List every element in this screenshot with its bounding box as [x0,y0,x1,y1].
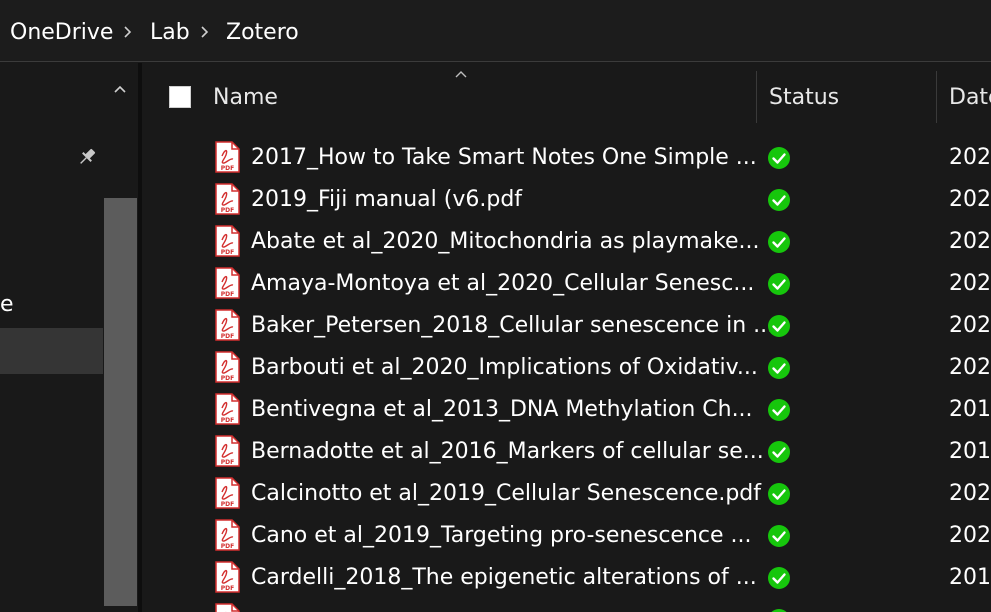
synced-check-icon [768,357,790,379]
file-date: 2020 [949,523,991,548]
synced-check-icon [768,273,790,295]
file-date: 2020 [949,229,991,254]
pin-icon[interactable] [75,145,99,169]
file-date: 2019 [949,565,991,590]
svg-text:PDF: PDF [221,207,234,214]
chevron-right-icon[interactable] [199,22,211,42]
file-row[interactable]: PDF Amaya-Montoya et al_2020_Cellular Sen… [142,263,991,305]
column-header-date[interactable]: Date [949,83,991,113]
scroll-up-icon[interactable] [113,83,127,95]
synced-check-icon [768,483,790,505]
synced-check-icon [768,231,790,253]
file-name[interactable]: Baker_Petersen_2018_Cellular senescence … [251,311,774,341]
file-list: Name Status Date PDF 2017_How to Take Sma… [142,63,991,612]
file-date: 2019 [949,439,991,464]
select-all-checkbox[interactable] [169,86,191,108]
file-name[interactable]: Bentivegna et al_2013_DNA Methylation Ch… [251,395,753,425]
synced-check-icon [768,567,790,589]
pdf-file-icon: PDF [215,351,240,383]
column-header-row: Name Status Date [142,63,991,123]
pdf-file-icon: PDF [215,435,240,467]
file-row[interactable]: PDF Abate et al_2020_Mitochondria as play… [142,221,991,263]
synced-check-icon [771,609,787,612]
breadcrumb-item-lab[interactable]: Lab [150,18,190,48]
sort-ascending-icon [455,71,467,78]
file-date: 2020 [949,271,991,296]
pdf-file-icon: PDF [215,141,240,173]
pdf-file-icon: PDF [215,183,240,215]
svg-text:PDF: PDF [221,585,234,592]
file-date: 2020 [949,145,991,170]
file-name[interactable]: Barbouti et al_2020_Implications of Oxid… [251,353,758,383]
pdf-file-icon: PDF [215,267,240,299]
pdf-file-icon: PDF [215,477,240,509]
svg-text:PDF: PDF [221,543,234,550]
synced-check-icon [768,399,790,421]
file-row[interactable]: PDF [142,599,991,612]
pdf-file-icon: PDF [215,393,240,425]
file-name[interactable]: 2019_Fiji manual (v6.pdf [251,185,751,215]
column-header-name[interactable]: Name [213,83,278,113]
file-date: 2020 [949,355,991,380]
breadcrumb-item-zotero[interactable]: Zotero [226,18,299,48]
svg-text:PDF: PDF [221,375,234,382]
file-name[interactable]: Bernadotte et al_2016_Markers of cellula… [251,437,764,467]
svg-text:PDF: PDF [221,459,234,466]
synced-check-icon [768,147,790,169]
svg-text:PDF: PDF [221,333,234,340]
file-row[interactable]: PDF Cano et al_2019_Targeting pro-senesce… [142,515,991,557]
file-row[interactable]: PDF Calcinotto et al_2019_Cellular Senesc… [142,473,991,515]
file-name[interactable]: Cano et al_2019_Targeting pro-senescence… [251,521,752,551]
file-row[interactable]: PDF Barbouti et al_2020_Implications of O… [142,347,991,389]
column-divider[interactable] [936,71,937,123]
synced-check-icon [768,189,790,211]
svg-text:PDF: PDF [221,417,234,424]
nav-item-selected[interactable] [0,328,103,374]
file-row[interactable]: PDF 2017_How to Take Smart Notes One Simp… [142,137,991,179]
file-name[interactable]: 2017_How to Take Smart Notes One Simple … [251,143,757,173]
address-bar[interactable]: OneDrive Lab Zotero [0,0,991,62]
file-date: 2020 [949,187,991,212]
pdf-file-icon: PDF [215,603,240,612]
synced-check-icon [768,525,790,547]
file-row[interactable]: PDF 2019_Fiji manual (v6.pdf 2020 [142,179,991,221]
chevron-right-icon[interactable] [122,22,134,42]
file-row[interactable]: PDF Cardelli_2018_The epigenetic alterati… [142,557,991,599]
file-date: 2020 [949,313,991,338]
svg-text:PDF: PDF [221,165,234,172]
synced-check-icon [768,441,790,463]
synced-check-icon [768,315,790,337]
file-row[interactable]: PDF Baker_Petersen_2018_Cellular senescen… [142,305,991,347]
svg-text:PDF: PDF [221,291,234,298]
file-date: 2019 [949,397,991,422]
breadcrumb-item-onedrive[interactable]: OneDrive [10,18,113,48]
file-name[interactable]: Abate et al_2020_Mitochondria as playmak… [251,227,760,257]
nav-scrollbar[interactable] [103,63,137,612]
scroll-thumb[interactable] [104,198,137,606]
svg-text:PDF: PDF [221,249,234,256]
pdf-file-icon: PDF [215,225,240,257]
file-name[interactable]: Calcinotto et al_2019_Cellular Senescenc… [251,479,761,509]
file-name[interactable]: Amaya-Montoya et al_2020_Cellular Senesc… [251,269,754,299]
pdf-file-icon: PDF [215,561,240,593]
file-row[interactable]: PDF Bentivegna et al_2013_DNA Methylation… [142,389,991,431]
pdf-file-icon: PDF [215,519,240,551]
file-name[interactable]: Cardelli_2018_The epigenetic alterations… [251,563,757,593]
column-divider[interactable] [756,71,757,123]
svg-text:PDF: PDF [221,501,234,508]
file-row[interactable]: PDF Bernadotte et al_2016_Markers of cell… [142,431,991,473]
column-header-status[interactable]: Status [769,83,839,113]
nav-item-label[interactable]: e [0,290,14,320]
file-date: 2020 [949,481,991,506]
pdf-file-icon: PDF [215,309,240,341]
